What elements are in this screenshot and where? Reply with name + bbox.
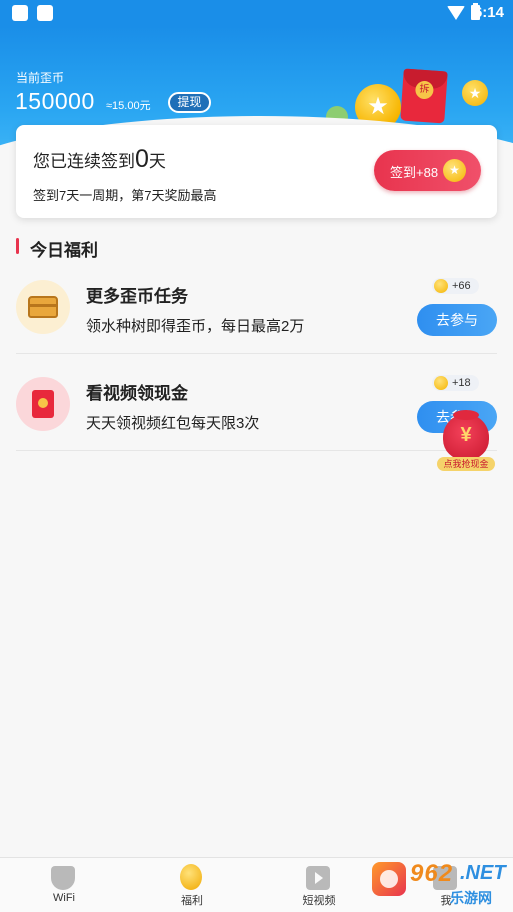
money-bag-icon: ¥ <box>443 410 489 460</box>
section-accent-bar <box>16 238 19 254</box>
task-item: 更多歪币任务 领水种树即得歪币，每日最高2万 +66 去参与 <box>16 258 497 354</box>
star-icon: ★ <box>367 93 389 120</box>
decor-coin-icon: ★ <box>355 84 401 130</box>
sign-in-subtitle: 签到7天一周期，第7天奖励最高 <box>33 188 217 203</box>
nav-label: 短视频 <box>302 895 336 907</box>
red-envelope-icon <box>16 377 70 431</box>
floating-bag-label: 点我抢现金 <box>437 457 495 471</box>
nav-label: 福利 <box>181 895 203 907</box>
sign-in-title-suffix: 天 <box>148 152 166 171</box>
treasure-chest-icon <box>16 280 70 334</box>
task-name: 看视频领现金 <box>86 384 188 403</box>
task-item: 看视频领现金 天天领视频红包每天限3次 +18 去参与 <box>16 355 497 451</box>
status-time: 6:14 <box>473 4 504 21</box>
coin-icon <box>434 376 448 390</box>
reward-amount: +66 <box>452 280 471 292</box>
sign-in-button[interactable]: 签到+88 ★ <box>374 150 481 191</box>
status-bar: 6:14 <box>0 0 513 26</box>
wifi-signal-icon <box>447 6 465 20</box>
sign-in-days: 0 <box>135 145 149 173</box>
coin-icon: ★ <box>443 159 466 182</box>
watermark-domain: .NET <box>460 862 506 884</box>
coin-icon <box>180 864 202 890</box>
chest-shape <box>28 296 58 318</box>
video-play-icon <box>306 866 330 890</box>
sign-in-card: 您已连续签到0天 签到7天一周期，第7天奖励最高 签到+88 ★ <box>16 125 497 218</box>
floating-cash-bag-button[interactable]: ¥ 点我抢现金 <box>435 410 497 474</box>
participate-button[interactable]: 去参与 <box>417 304 497 336</box>
decor-red-envelope-icon: 拆 <box>400 68 448 124</box>
balance-label: 当前歪币 <box>16 71 65 85</box>
balance-approx: ≈15.00元 <box>106 100 151 112</box>
star-icon: ★ <box>468 85 482 101</box>
nav-item-welfare[interactable]: 福利 <box>152 858 232 912</box>
wifi-shield-icon <box>51 866 75 890</box>
sign-in-title: 您已连续签到0天 <box>33 145 166 174</box>
yuan-symbol: ¥ <box>460 424 472 446</box>
balance-value: 150000 <box>15 88 95 114</box>
task-name: 更多歪币任务 <box>86 287 188 306</box>
task-desc: 天天领视频红包每天限3次 <box>86 415 260 432</box>
withdraw-button[interactable]: 提现 <box>168 92 211 113</box>
nav-item-short-video[interactable]: 短视频 <box>279 858 359 912</box>
decor-coin-icon: ★ <box>462 80 488 106</box>
watermark-subtitle: 乐游网 <box>450 890 492 906</box>
notification-icon <box>37 5 53 21</box>
notification-icon <box>12 5 28 21</box>
nav-item-wifi[interactable]: WiFi <box>24 858 104 912</box>
sign-in-title-prefix: 您已连续签到 <box>33 152 135 171</box>
task-desc: 领水种树即得歪币，每日最高2万 <box>86 318 305 335</box>
coin-icon <box>434 279 448 293</box>
nav-label: WiFi <box>53 892 75 904</box>
sign-in-button-label: 签到+88 <box>390 165 439 180</box>
watermark-logo-icon <box>372 862 406 896</box>
reward-amount: +18 <box>452 377 471 389</box>
watermark-logo: 962 .NET 乐游网 <box>372 860 512 908</box>
watermark-number: 962 <box>410 860 454 887</box>
envelope-shape <box>32 390 54 418</box>
reward-badge: +18 <box>432 375 479 391</box>
envelope-seal: 拆 <box>414 80 435 100</box>
reward-badge: +66 <box>432 278 479 294</box>
